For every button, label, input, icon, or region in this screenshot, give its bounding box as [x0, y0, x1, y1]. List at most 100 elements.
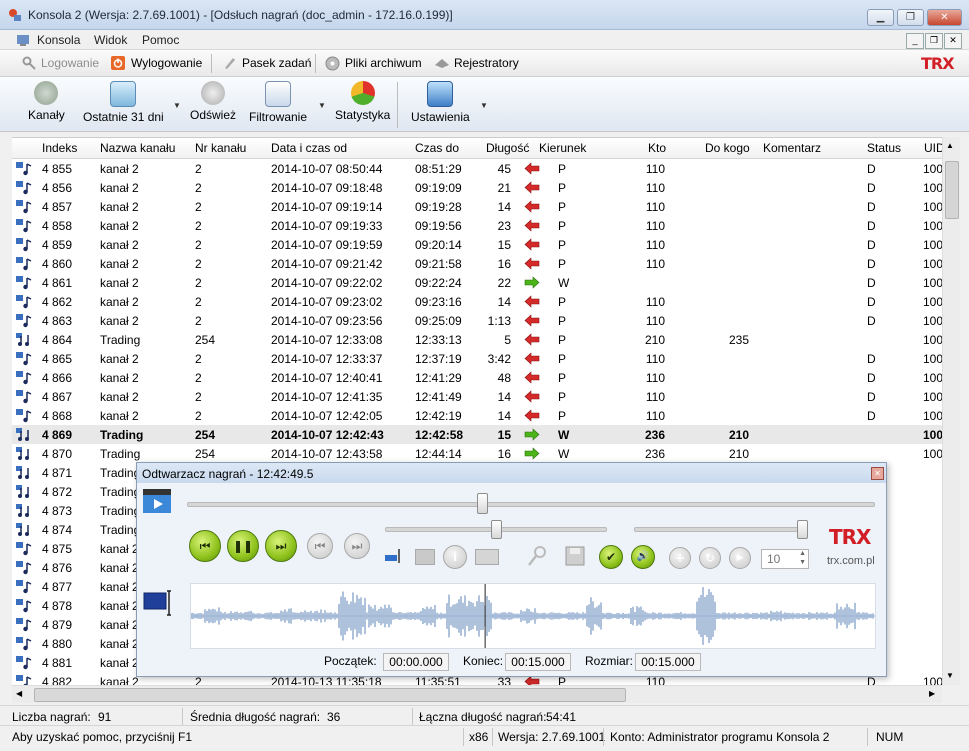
fast-forward-button[interactable]: ⏭: [265, 530, 297, 562]
note-icon: [16, 219, 32, 233]
minimize-button[interactable]: ▁: [867, 9, 894, 26]
col-uid[interactable]: UID: [924, 141, 942, 155]
note-icon: [16, 618, 32, 632]
volume-track[interactable]: [634, 527, 808, 532]
cell-data-od: 2014-10-07 12:43:58: [271, 447, 383, 461]
col-do-kogo[interactable]: Do kogo: [705, 141, 750, 155]
maximize-button[interactable]: ❐: [897, 9, 924, 26]
col-nr-kanalu[interactable]: Nr kanału: [195, 141, 246, 155]
table-row[interactable]: 4 859 kanał 2 2 2014-10-07 09:19:59 09:20:14…: [12, 235, 942, 254]
rewind-button[interactable]: ⏮: [189, 530, 221, 562]
table-row[interactable]: 4 865 kanał 2 2 2014-10-07 12:33:37 12:37:19…: [12, 349, 942, 368]
table-row[interactable]: 4 864 Trading 254 2014-10-07 12:33:08 12:33:…: [12, 330, 942, 349]
table-row[interactable]: 4 857 kanał 2 2 2014-10-07 09:19:14 09:19:28…: [12, 197, 942, 216]
col-dlugosc[interactable]: Długość: [486, 141, 529, 155]
info-button[interactable]: i: [443, 545, 467, 569]
col-indeks[interactable]: Indeks: [42, 141, 77, 155]
srednia-label: Średnia długość nagrań:: [190, 710, 321, 724]
position-track[interactable]: [187, 502, 875, 507]
cell-status: D: [867, 371, 876, 385]
srednia-value: 36: [327, 710, 341, 724]
note-icon: [16, 656, 32, 670]
poczatek-field[interactable]: 00:00.000: [383, 653, 449, 671]
save-icon[interactable]: [565, 545, 585, 567]
pie-chart-icon: [350, 81, 375, 105]
filtrowanie-button[interactable]: Filtrowanie: [249, 81, 307, 124]
table-row[interactable]: 4 858 kanał 2 2 2014-10-07 09:19:33 09:19:56…: [12, 216, 942, 235]
pliki-archiwum-button[interactable]: Pliki archiwum: [345, 56, 422, 70]
speed-slider-thumb[interactable]: [491, 520, 502, 539]
logowanie-button[interactable]: Logowanie: [41, 56, 99, 70]
horizontal-scroll-thumb[interactable]: [34, 688, 626, 702]
scroll-down-icon[interactable]: ▼: [946, 671, 954, 680]
marker-icon[interactable]: [385, 549, 405, 563]
col-kto[interactable]: Kto: [648, 141, 666, 155]
ostatnie-dropdown-icon[interactable]: ▼: [173, 101, 181, 110]
stepper-down-icon[interactable]: ▼: [799, 559, 806, 566]
add-button[interactable]: +: [669, 547, 691, 569]
rozmiar-field[interactable]: 00:15.000: [635, 653, 701, 671]
scroll-right-icon[interactable]: ▶: [929, 689, 935, 698]
menu-konsola[interactable]: Konsola: [37, 33, 80, 47]
table-row[interactable]: 4 856 kanał 2 2 2014-10-07 09:18:48 09:19:09…: [12, 178, 942, 197]
vertical-scroll-thumb[interactable]: [945, 161, 959, 219]
table-row[interactable]: 4 861 kanał 2 2 2014-10-07 09:22:02 09:22:24…: [12, 273, 942, 292]
position-slider-thumb[interactable]: [476, 493, 488, 514]
table-row[interactable]: 4 862 kanał 2 2 2014-10-07 09:23:02 09:23:16…: [12, 292, 942, 311]
ostatnie-31-dni-button[interactable]: Ostatnie 31 dni: [83, 81, 164, 124]
col-kierunek[interactable]: Kierunek: [539, 141, 586, 155]
horizontal-scrollbar[interactable]: ◀ ▶: [12, 685, 942, 703]
vertical-scrollbar[interactable]: ▲ ▼: [942, 137, 960, 685]
pasek-zadan-button[interactable]: Pasek zadań: [242, 56, 311, 70]
filtrowanie-dropdown-icon[interactable]: ▼: [318, 101, 326, 110]
table-row[interactable]: 4 867 kanał 2 2 2014-10-07 12:41:35 12:41:49…: [12, 387, 942, 406]
prev-button[interactable]: ⏮: [307, 533, 333, 559]
confirm-button[interactable]: ✔: [599, 545, 623, 569]
col-nazwa-kanalu[interactable]: Nazwa kanału: [100, 141, 175, 155]
player-close-button[interactable]: ✕: [871, 467, 884, 480]
col-data-od[interactable]: Data i czas od: [271, 141, 347, 155]
loop-button[interactable]: ↻: [699, 547, 721, 569]
table-row[interactable]: 4 860 kanał 2 2 2014-10-07 09:21:42 09:21:58…: [12, 254, 942, 273]
pause-button[interactable]: ❚❚: [227, 530, 259, 562]
key-icon-player[interactable]: [527, 545, 547, 567]
koniec-field[interactable]: 00:15.000: [505, 653, 571, 671]
cell-dlugosc: 5: [504, 333, 511, 347]
menu-widok[interactable]: Widok: [94, 33, 127, 47]
col-komentarz[interactable]: Komentarz: [763, 141, 821, 155]
scroll-left-icon[interactable]: ◀: [16, 689, 22, 698]
volume-slider-thumb[interactable]: [797, 520, 808, 539]
ustawienia-dropdown-icon[interactable]: ▼: [480, 101, 488, 110]
statystyka-button[interactable]: Statystyka: [335, 81, 390, 122]
image-icon[interactable]: [415, 549, 435, 565]
mdi-close-button[interactable]: ✕: [944, 33, 962, 49]
waveform-view[interactable]: [190, 583, 876, 649]
ustawienia-button[interactable]: Ustawienia: [411, 81, 470, 124]
keyboard-icon[interactable]: [475, 549, 499, 565]
mdi-restore-button[interactable]: ❐: [925, 33, 943, 49]
volume-button[interactable]: 🔊: [631, 545, 655, 569]
table-row[interactable]: 4 869 Trading 254 2014-10-07 12:42:43 12:42:…: [12, 425, 942, 444]
col-czas-do[interactable]: Czas do: [415, 141, 459, 155]
next-button[interactable]: ⏭: [344, 533, 370, 559]
col-status[interactable]: Status: [867, 141, 901, 155]
cell-indeks: 4 872: [42, 485, 73, 499]
odswiez-button[interactable]: Odśwież: [190, 81, 236, 122]
cell-do-kogo: 235: [728, 333, 749, 347]
step-button[interactable]: ▶: [729, 547, 751, 569]
wylogowanie-button[interactable]: Wylogowanie: [131, 56, 202, 70]
kanaly-button[interactable]: Kanały: [28, 81, 65, 122]
close-button[interactable]: ✕: [927, 9, 962, 26]
rejestratory-button[interactable]: Rejestratory: [454, 56, 519, 70]
cell-kierunek: P: [558, 238, 567, 252]
stepper-up-icon[interactable]: ▲: [799, 550, 806, 557]
table-row[interactable]: 4 863 kanał 2 2 2014-10-07 09:23:56 09:25:09…: [12, 311, 942, 330]
mdi-minimize-button[interactable]: _: [906, 33, 924, 49]
menu-pomoc[interactable]: Pomoc: [142, 33, 179, 47]
table-row[interactable]: 4 870 Trading 254 2014-10-07 12:43:58 12:44:…: [12, 444, 942, 463]
table-row[interactable]: 4 868 kanał 2 2 2014-10-07 12:42:05 12:42:19…: [12, 406, 942, 425]
table-row[interactable]: 4 855 kanał 2 2 2014-10-07 08:50:44 08:51:29…: [12, 159, 942, 178]
scroll-up-icon[interactable]: ▲: [946, 141, 954, 150]
table-row[interactable]: 4 866 kanał 2 2 2014-10-07 12:40:41 12:41:29…: [12, 368, 942, 387]
volume-stepper[interactable]: 10 ▲ ▼: [761, 549, 809, 569]
